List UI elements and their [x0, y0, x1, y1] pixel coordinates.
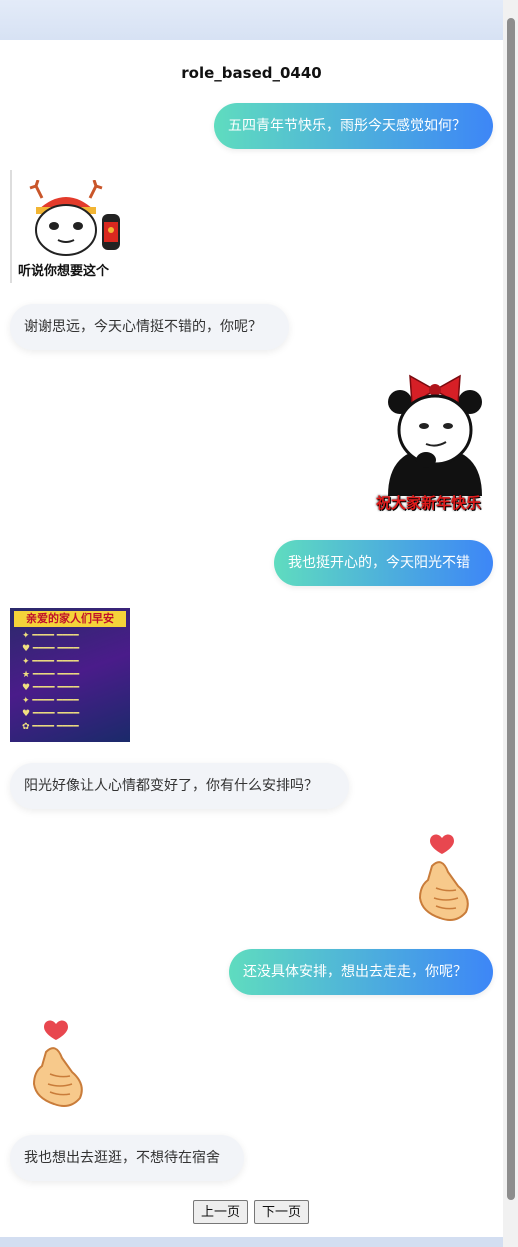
message-bubble-received: 阳光好像让人心情都变好了，你有什么安排吗？	[10, 763, 349, 809]
next-page-button[interactable]: 下一页	[254, 1200, 310, 1224]
poster-title: 亲爱的家人们早安	[14, 611, 126, 627]
sticker-border	[10, 170, 12, 283]
poster-decoration: ♥ ━━━━ ━━━━	[22, 683, 80, 693]
message-bubble-received: 我也想出去逛逛，不想待在宿舍	[10, 1135, 244, 1181]
sticker-caption: 祝大家新年快乐	[376, 494, 482, 512]
message-bubble-sent: 还没具体安排，想出去走走，你呢？	[229, 949, 493, 995]
bottom-band	[0, 1237, 518, 1247]
good-morning-poster-image: 亲爱的家人们早安 ✦ ━━━━ ━━━━ ♥ ━━━━ ━━━━ ✦ ━━━━ …	[10, 608, 130, 742]
finger-heart-icon	[32, 1020, 83, 1107]
finger-heart-icon	[418, 834, 469, 921]
message-bubble-sent: 我也挺开心的，今天阳光不错	[274, 540, 493, 586]
message-bubble-received: 谢谢思远，今天心情挺不错的，你呢？	[10, 304, 289, 350]
top-band	[0, 0, 518, 40]
panda-bow-sticker	[388, 374, 482, 496]
poster-decoration: ★ ━━━━ ━━━━	[22, 670, 80, 680]
panda-god-of-wealth-sticker	[29, 180, 120, 256]
poster-decoration: ✦ ━━━━ ━━━━	[22, 657, 79, 667]
poster-decoration: ✿ ━━━━ ━━━━	[22, 722, 79, 732]
message-bubble-sent: 五四青年节快乐，雨彤今天感觉如何？	[214, 103, 493, 149]
poster-decoration: ✦ ━━━━ ━━━━	[22, 696, 79, 706]
poster-decoration: ✦ ━━━━ ━━━━	[22, 631, 79, 641]
scrollbar-thumb[interactable]	[507, 18, 515, 1200]
page-title: role_based_0440	[181, 64, 322, 82]
prev-page-button[interactable]: 上一页	[193, 1200, 249, 1224]
sticker-caption: 听说你想要这个	[18, 264, 110, 279]
poster-decoration: ♥ ━━━━ ━━━━	[22, 709, 80, 719]
poster-decoration: ♥ ━━━━ ━━━━	[22, 644, 80, 654]
